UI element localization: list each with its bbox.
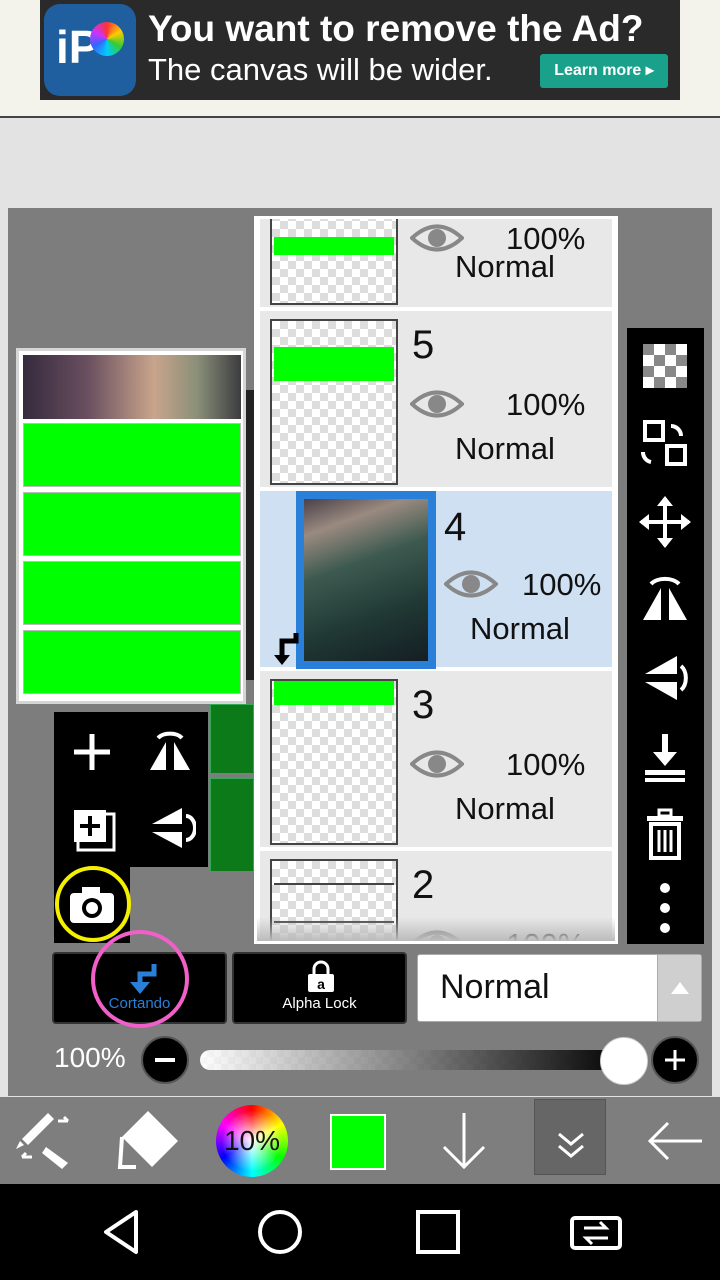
layer-actions-toolbar [54, 712, 208, 867]
nav-home-icon[interactable] [252, 1204, 308, 1260]
trash-icon[interactable] [637, 806, 693, 862]
canvas-preview[interactable] [16, 348, 246, 704]
opacity-decrease-button[interactable] [141, 1036, 189, 1084]
blend-mode-value: Normal [440, 968, 550, 1006]
layer-thumbnail [270, 679, 398, 845]
system-navigation-bar [0, 1184, 720, 1280]
opacity-label: 100% [54, 1042, 126, 1073]
clipping-arrow-icon [274, 633, 299, 665]
transparent-layer-icon[interactable] [637, 338, 693, 394]
preview-green-bar [23, 423, 241, 487]
merge-down-icon[interactable] [637, 728, 693, 784]
opacity-slider-track[interactable] [200, 1050, 628, 1070]
ad-banner[interactable]: iP You want to remove the Ad? The canvas… [40, 0, 680, 100]
layer-number: 2 [412, 863, 435, 907]
eye-icon[interactable] [410, 387, 464, 421]
add-layer-icon[interactable] [66, 726, 118, 778]
preview-green-bar [23, 561, 241, 625]
alpha-lock-button[interactable]: a Alpha Lock [232, 952, 407, 1024]
alpha-lock-label: Alpha Lock [282, 995, 357, 1012]
layer-number: 4 [444, 505, 467, 549]
layer-thumbnail [270, 219, 398, 305]
back-arrow-icon[interactable] [640, 1105, 712, 1177]
minus-icon [155, 1058, 175, 1062]
nav-switch-icon[interactable] [568, 1204, 624, 1260]
opacity-increase-button[interactable] [651, 1036, 699, 1084]
layer-item[interactable]: 100% Normal [260, 219, 612, 309]
flip-horizontal-icon[interactable] [144, 726, 196, 778]
plus-icon [665, 1050, 685, 1070]
eye-icon[interactable] [444, 567, 498, 601]
layer-blend-mode: Normal [455, 431, 555, 466]
tool-select-icon[interactable] [8, 1105, 80, 1177]
preview-green-bar [23, 630, 241, 694]
learn-more-label: Learn more [554, 62, 642, 79]
canvas-strip [210, 778, 254, 872]
camera-highlight-circle [55, 866, 131, 942]
double-chevron-down-icon [558, 1132, 584, 1158]
layer-blend-mode: Normal [455, 791, 555, 826]
layer-thumbnail-photo [304, 499, 428, 661]
nav-recents-icon[interactable] [410, 1204, 466, 1260]
flip-vertical-icon[interactable] [144, 802, 196, 854]
layer-tools-toolbar [627, 328, 704, 944]
eye-icon[interactable] [410, 747, 464, 781]
copy-layer-icon[interactable] [637, 416, 693, 472]
layer-blend-mode: Normal [470, 611, 570, 646]
layer-item[interactable]: 5 100% Normal [260, 311, 612, 489]
bottom-toolbar: 10% [0, 1097, 720, 1184]
ad-title: You want to remove the Ad? [148, 8, 644, 49]
learn-more-button[interactable]: Learn more ▸ [540, 54, 668, 88]
canvas-strip [210, 704, 254, 774]
ad-area: iP You want to remove the Ad? The canvas… [0, 0, 720, 118]
more-options-icon[interactable] [637, 880, 693, 936]
layer-thumbnail [270, 319, 398, 485]
layer-item[interactable]: 3 100% Normal [260, 671, 612, 849]
brush-color-wheel[interactable]: 10% [216, 1105, 288, 1177]
layer-number: 3 [412, 683, 435, 727]
layer-item-selected[interactable]: 4 100% Normal [260, 491, 612, 669]
layer-blend-mode: Normal [455, 249, 555, 284]
opacity-slider-knob[interactable] [600, 1037, 648, 1085]
layer-opacity: 100% [506, 387, 586, 422]
layer-number: 5 [412, 323, 435, 367]
triangle-up-icon [671, 982, 689, 994]
current-color-swatch[interactable] [330, 1114, 386, 1170]
layer-opacity: 100% [522, 567, 602, 602]
eraser-icon[interactable] [112, 1105, 184, 1177]
list-fade [257, 917, 615, 941]
blend-mode-select[interactable]: Normal [417, 954, 702, 1022]
flip-vertical-icon[interactable] [637, 650, 693, 706]
preview-photo [23, 355, 241, 419]
move-icon[interactable] [637, 494, 693, 550]
blend-mode-arrow[interactable] [657, 955, 701, 1021]
brush-size-label: 10% [223, 1125, 281, 1156]
arrow-down-icon[interactable] [428, 1105, 500, 1177]
ibispaint-logo: iP [44, 4, 136, 96]
layers-tab-button[interactable] [534, 1099, 606, 1175]
layers-list[interactable]: 100% Normal 5 100% Normal 4 100% Normal … [254, 216, 618, 944]
flip-horizontal-icon[interactable] [637, 572, 693, 628]
preview-green-bar [23, 492, 241, 556]
ad-subtitle: The canvas will be wider. [148, 52, 493, 87]
layer-opacity: 100% [506, 747, 586, 782]
svg-text:a: a [317, 976, 325, 992]
lock-icon: a [308, 960, 334, 992]
duplicate-layer-icon[interactable] [66, 802, 118, 854]
nav-back-icon[interactable] [94, 1204, 150, 1260]
clipping-highlight-circle [91, 930, 189, 1028]
